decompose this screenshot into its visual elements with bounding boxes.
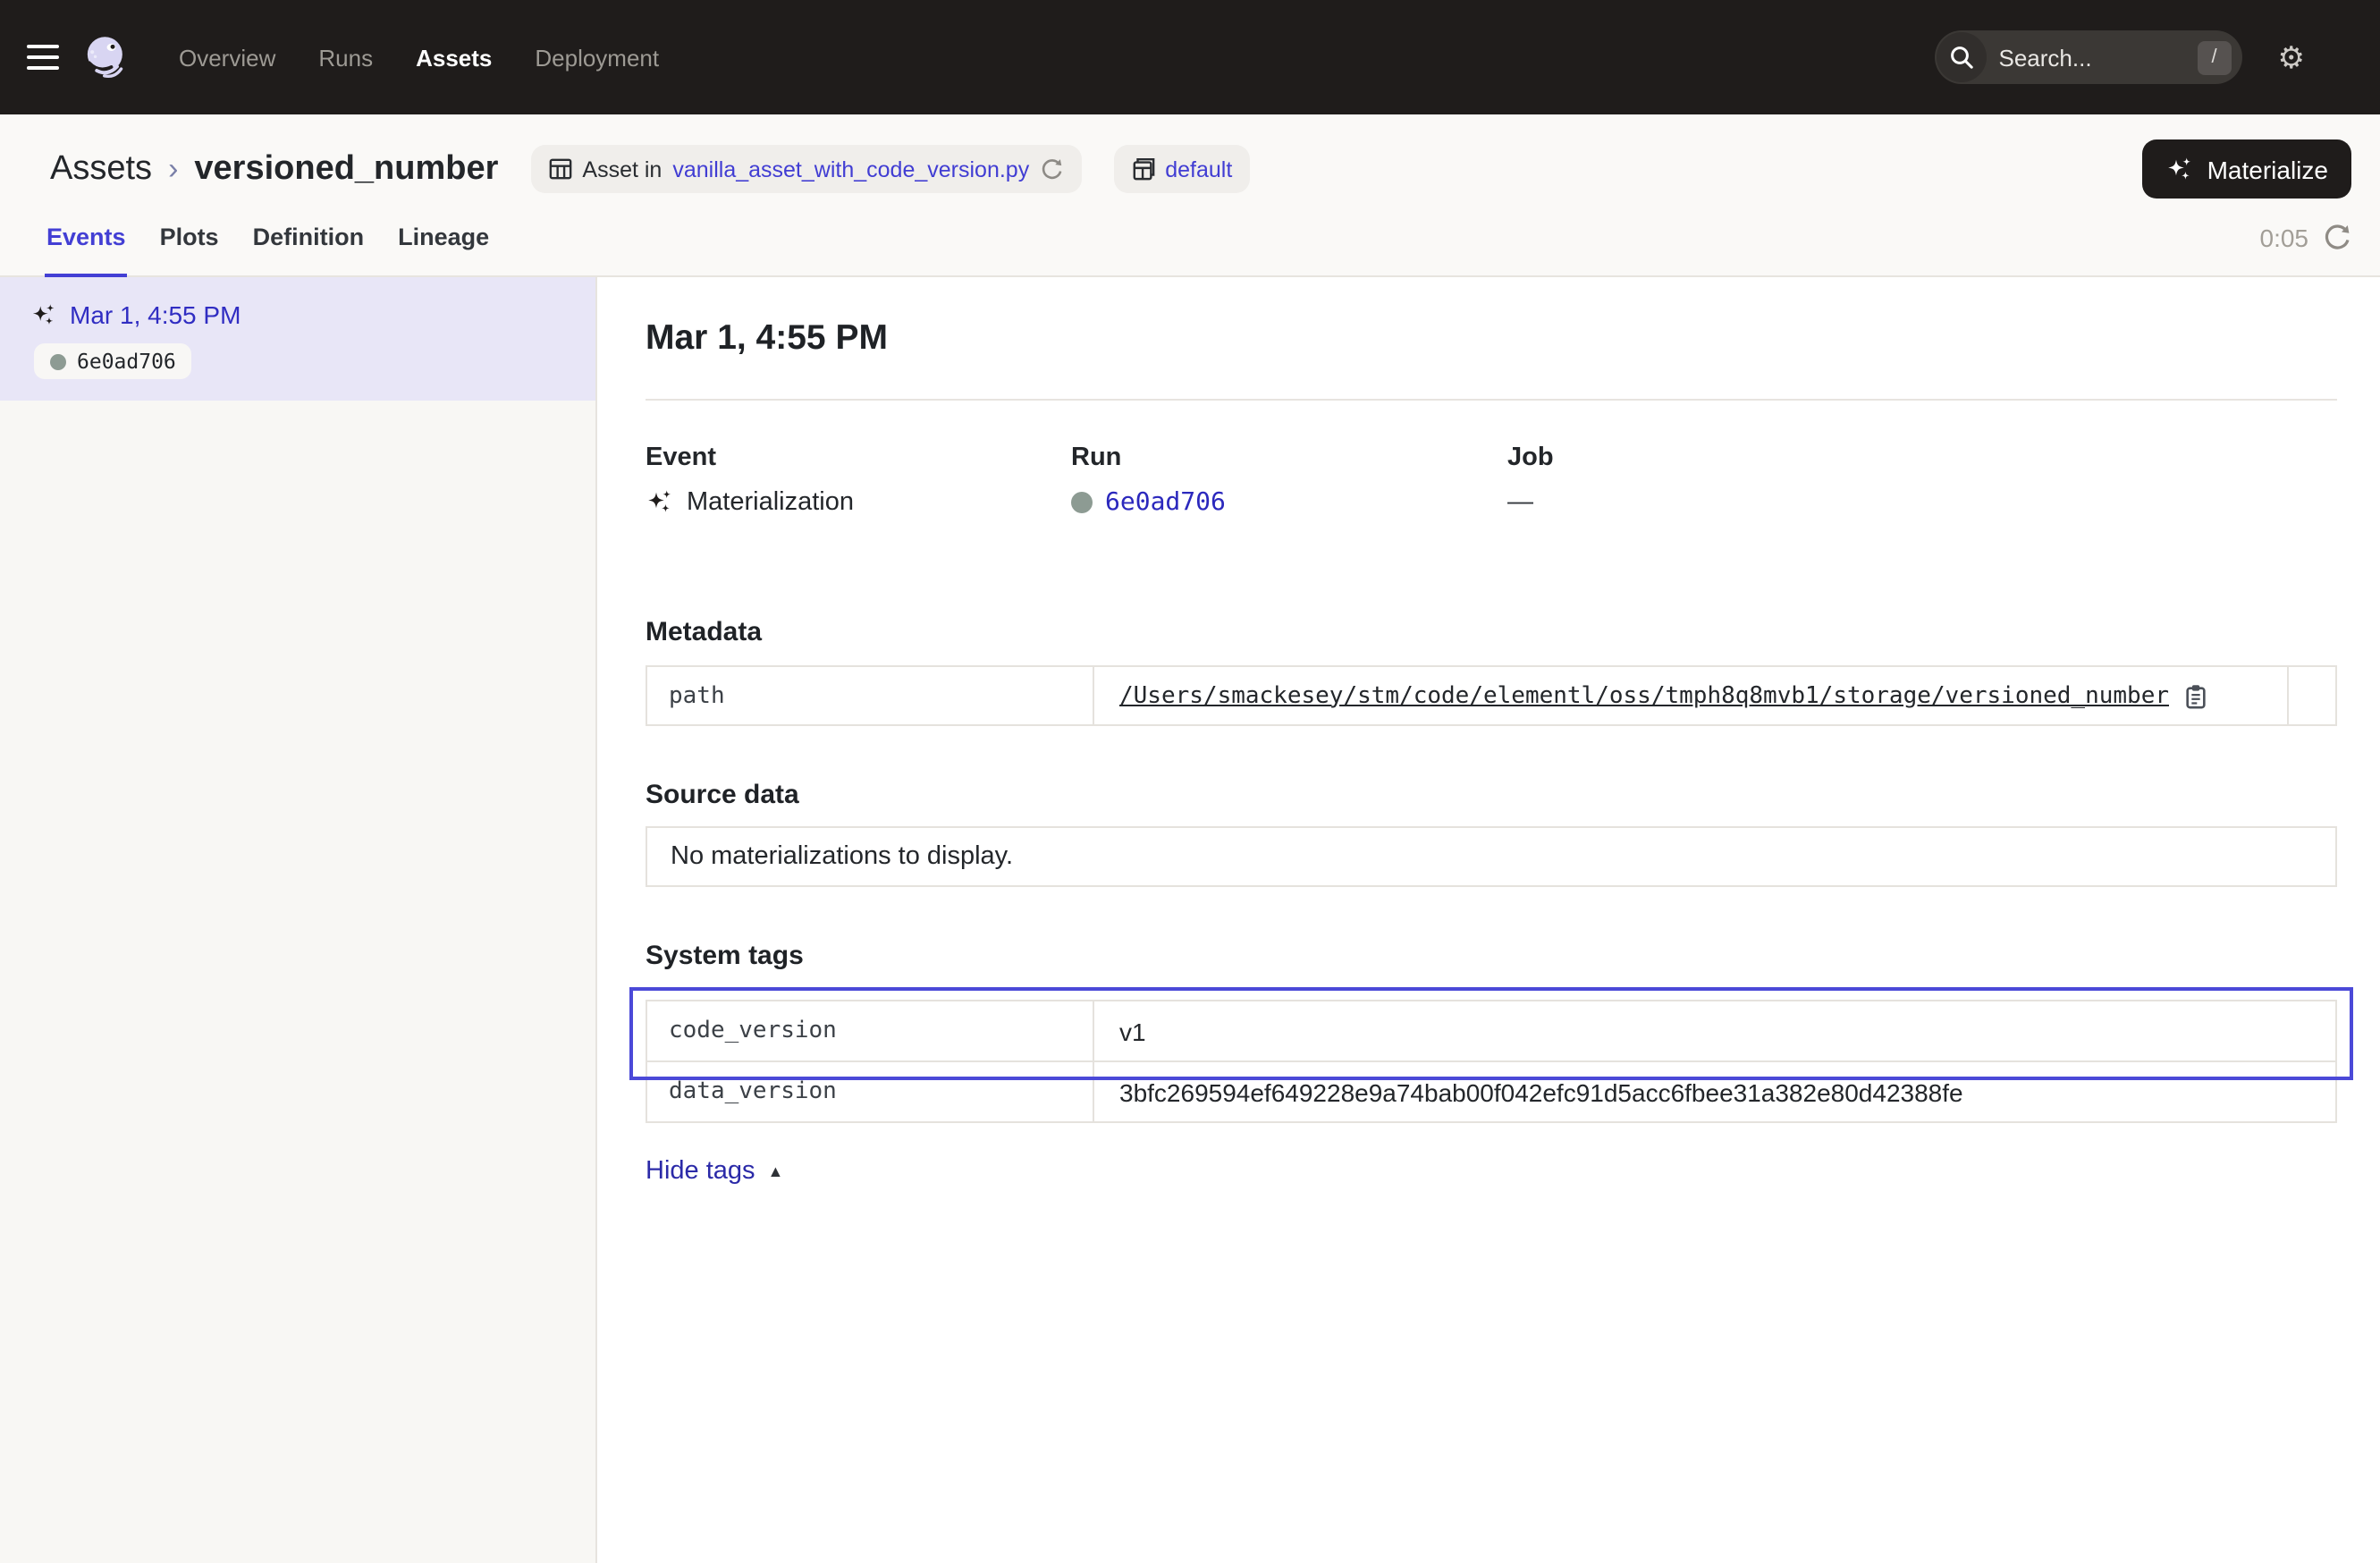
nav-item-overview[interactable]: Overview	[179, 44, 275, 71]
reload-definition-icon[interactable]	[1040, 157, 1063, 181]
asset-in-label: Asset in	[582, 156, 662, 182]
run-status-dot	[50, 353, 66, 369]
sparkle-icon	[2166, 155, 2195, 183]
repo-grid-icon	[1131, 157, 1154, 181]
refresh-icon[interactable]	[2325, 224, 2351, 250]
hide-tags-link[interactable]: Hide tags ▲	[646, 1157, 783, 1186]
page-header: Assets › versioned_number Asset in vanil…	[0, 114, 2380, 199]
tab-plots[interactable]: Plots	[158, 199, 221, 277]
chevron-right-icon: ›	[168, 151, 178, 187]
tag-key: data_version	[647, 1062, 1094, 1121]
materialize-button[interactable]: Materialize	[2143, 139, 2351, 199]
tag-key: code_version	[647, 1001, 1094, 1060]
materialization-sparkle-icon	[30, 301, 57, 328]
job-value: —	[1507, 488, 1533, 517]
run-column-label: Run	[1071, 444, 1507, 472]
metadata-key: path	[647, 667, 1094, 724]
nav-item-assets[interactable]: Assets	[416, 44, 492, 71]
tab-events[interactable]: Events	[45, 199, 128, 277]
search-placeholder: Search...	[1999, 44, 2198, 71]
run-id-link[interactable]: 6e0ad706	[1105, 488, 1226, 517]
run-id-pill[interactable]: 6e0ad706	[34, 343, 192, 379]
table-grid-icon	[548, 157, 571, 181]
code-location-pill: default	[1113, 145, 1250, 193]
tag-value: v1	[1094, 1001, 2335, 1060]
caret-up-icon: ▲	[768, 1162, 784, 1180]
system-tags-section: System tags code_version v1 data_version…	[646, 941, 2337, 1187]
copy-path-icon[interactable]	[2183, 682, 2208, 709]
nav-item-deployment[interactable]: Deployment	[535, 44, 659, 71]
breadcrumb-assets-link[interactable]: Assets	[50, 149, 152, 189]
metadata-actions-cell	[2287, 667, 2335, 724]
tab-lineage[interactable]: Lineage	[396, 199, 491, 277]
nav-item-runs[interactable]: Runs	[318, 44, 373, 71]
hide-tags-label: Hide tags	[646, 1157, 755, 1186]
table-row: path /Users/smackesey/stm/code/elementl/…	[647, 667, 2335, 724]
event-column-label: Event	[646, 444, 1071, 472]
metadata-path-link[interactable]: /Users/smackesey/stm/code/elementl/oss/t…	[1119, 682, 2169, 709]
system-tags-table: code_version v1 data_version 3bfc269594e…	[646, 1000, 2337, 1123]
event-list-item-selected[interactable]: Mar 1, 4:55 PM 6e0ad706	[0, 277, 595, 401]
page-title: versioned_number	[194, 149, 498, 189]
metadata-section: Metadata path /Users/smackesey/stm/code/…	[646, 617, 2337, 726]
tab-definition[interactable]: Definition	[251, 199, 367, 277]
event-timestamp: Mar 1, 4:55 PM	[70, 300, 241, 329]
event-detail-title: Mar 1, 4:55 PM	[646, 318, 2337, 359]
dagster-app: Overview Runs Assets Deployment Search..…	[0, 0, 2380, 1563]
metadata-table: path /Users/smackesey/stm/code/elementl/…	[646, 665, 2337, 726]
tag-value: 3bfc269594ef649228e9a74bab00f042efc91d5a…	[1094, 1062, 2335, 1121]
run-status-dot	[1071, 492, 1093, 513]
source-data-section: Source data No materializations to displ…	[646, 780, 2337, 887]
tabs-bar: Events Plots Definition Lineage 0:05	[0, 199, 2380, 277]
event-type-value: Materialization	[687, 488, 854, 517]
refresh-countdown: 0:05	[2260, 223, 2309, 251]
primary-nav: Overview Runs Assets Deployment	[179, 44, 659, 71]
events-sidebar: Mar 1, 4:55 PM 6e0ad706	[0, 277, 597, 1563]
code-location-link[interactable]: default	[1165, 156, 1232, 182]
search-input[interactable]: Search... /	[1935, 30, 2242, 84]
run-id-text: 6e0ad706	[77, 349, 176, 374]
job-column-label: Job	[1507, 444, 2337, 472]
settings-gear-icon[interactable]: ⚙	[2278, 42, 2306, 72]
materialization-sparkle-icon	[646, 488, 674, 517]
divider	[646, 399, 2337, 401]
asset-file-link[interactable]: vanilla_asset_with_code_version.py	[672, 156, 1029, 182]
top-nav-bar: Overview Runs Assets Deployment Search..…	[0, 0, 2380, 114]
table-row-data-version: data_version 3bfc269594ef649228e9a74bab0…	[647, 1060, 2335, 1121]
search-icon	[1937, 32, 1987, 82]
source-data-heading: Source data	[646, 780, 2337, 810]
source-data-empty-message: No materializations to display.	[646, 826, 2337, 887]
event-detail-panel: Mar 1, 4:55 PM Event Materialization	[597, 277, 2380, 1563]
search-shortcut-badge: /	[2198, 40, 2232, 74]
materialize-label: Materialize	[2207, 155, 2328, 183]
hamburger-menu-icon[interactable]	[27, 45, 59, 71]
breadcrumb: Assets › versioned_number	[50, 149, 498, 189]
table-row-code-version: code_version v1	[647, 1001, 2335, 1060]
dagster-logo-icon[interactable]	[82, 34, 129, 80]
asset-definition-pill: Asset in vanilla_asset_with_code_version…	[530, 145, 1081, 193]
system-tags-heading: System tags	[646, 941, 2337, 971]
metadata-heading: Metadata	[646, 617, 2337, 647]
